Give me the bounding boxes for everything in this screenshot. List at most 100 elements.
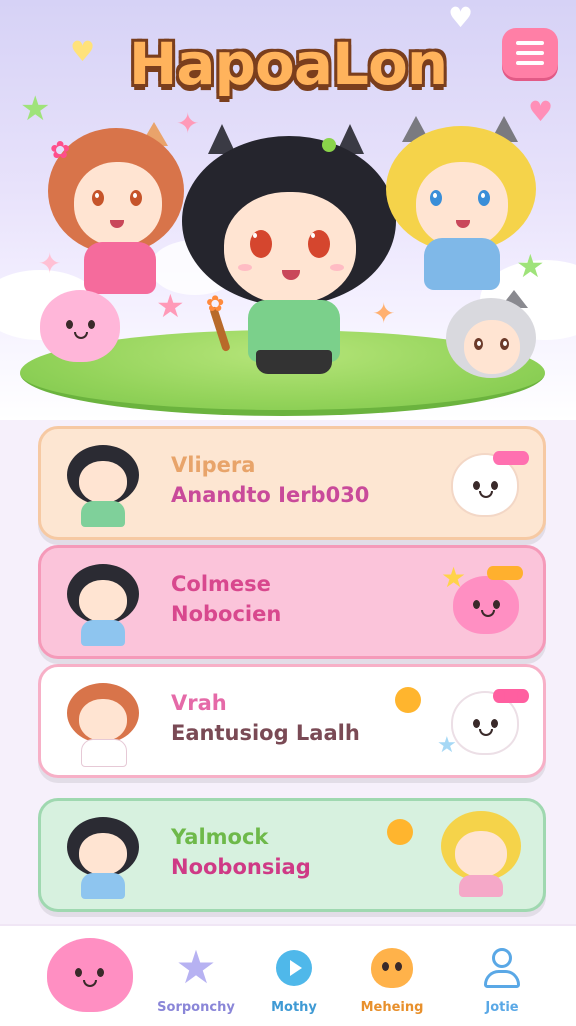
title-text: HapoaLon (128, 30, 448, 98)
avatar-face (79, 833, 127, 875)
avatar-outfit (81, 739, 127, 767)
nav-label: Mothy (271, 1000, 317, 1015)
card-title: Vrah (171, 691, 227, 715)
avatar-face (79, 580, 127, 622)
mascot-eye (473, 481, 480, 490)
card-subtitle: Noobonsiag (171, 855, 311, 879)
mascot-mouth (481, 610, 495, 617)
face (464, 320, 520, 374)
face (74, 162, 162, 246)
mascot-eye (491, 719, 498, 728)
list-item[interactable]: Vlipera Anandto Ierb030 (38, 426, 546, 540)
play-icon (276, 950, 312, 986)
blush (330, 264, 344, 271)
hamburger-line (516, 51, 544, 55)
apple-icon (387, 819, 413, 845)
menu-button[interactable] (502, 28, 558, 78)
card-title: Yalmock (171, 825, 269, 849)
eye (430, 190, 442, 206)
mascot-eye (88, 320, 95, 329)
card-title: Vlipera (171, 453, 256, 477)
character-orange-hair: ✿ (42, 118, 192, 308)
star-icon: ★ (437, 733, 457, 758)
heart-icon: ♥ (448, 1, 474, 34)
eye (308, 230, 330, 258)
avatar (59, 439, 147, 529)
nav-label: Sorponchy (157, 1000, 235, 1015)
pink-mascot (40, 290, 120, 362)
mascot-eye (75, 968, 82, 977)
character-black-hair: ✿ (180, 118, 400, 398)
play-triangle (290, 960, 302, 976)
mascot-eye (97, 968, 104, 977)
mascot-mouth (479, 729, 493, 736)
user-icon (482, 948, 522, 990)
character-blonde-avatar (435, 807, 525, 897)
eye (130, 190, 142, 206)
bow-icon (493, 689, 529, 703)
card-subtitle: Eantusiog Laalh (171, 721, 360, 745)
mascot-eye (395, 962, 402, 971)
avatar (59, 677, 147, 767)
nav-label: Jotie (485, 1000, 519, 1015)
nav-label: Meheing (360, 1000, 424, 1015)
mascot-mouth (479, 491, 493, 498)
user-body (484, 970, 520, 988)
avatar-outfit (81, 501, 125, 527)
pink-blob-mascot-icon: ★ (441, 564, 525, 640)
avatar-face (79, 461, 127, 503)
face (224, 192, 356, 304)
eye (474, 338, 483, 350)
eye (92, 190, 104, 206)
hair-clip (322, 138, 336, 152)
skirt (256, 350, 332, 374)
avatar-outfit (81, 873, 125, 899)
mascot-eye (473, 719, 480, 728)
puppy-icon (371, 948, 413, 988)
flower-icon: ✿ (206, 292, 225, 317)
list-item[interactable]: Vrah Eantusiog Laalh ★ (38, 664, 546, 778)
cat-mascot-icon: ★ (437, 683, 529, 759)
hamburger-line (516, 61, 544, 65)
face (416, 162, 508, 248)
card-subtitle: Nobocien (171, 602, 282, 626)
star-icon: ★ (175, 940, 217, 994)
hamburger-menu-icon (516, 41, 544, 45)
user-head (492, 948, 512, 968)
avatar (59, 811, 147, 901)
avatar-outfit (81, 620, 125, 646)
list-item[interactable]: Colmese Nobocien ★ (38, 545, 546, 659)
avatar-face (79, 699, 127, 741)
apple-icon (395, 687, 421, 713)
pink-cat-icon (47, 938, 133, 1012)
mascot-eye (382, 962, 389, 971)
mascot-mouth (83, 980, 97, 987)
list-item[interactable]: Yalmock Noobonsiag (38, 798, 546, 912)
app-title: HapoaLon (0, 30, 576, 98)
avatar (59, 558, 147, 648)
eye (250, 230, 272, 258)
mascot-eye (66, 320, 73, 329)
mascot-eye (493, 600, 500, 609)
pink-outfit (84, 242, 156, 294)
cat-mascot-icon (447, 445, 529, 521)
mascot-mouth (74, 332, 88, 339)
character-grey-hair (446, 290, 542, 390)
bow-icon (493, 451, 529, 465)
eye (478, 190, 490, 206)
character-blonde (380, 112, 540, 312)
blue-outfit (424, 238, 500, 290)
hero-banner: ♥ ♥ ★ ✦ ♥ ★ ★ ✦ ✦ HapoaLon ✿ ✿ (0, 0, 576, 420)
bow-icon (487, 566, 523, 580)
mascot-eye (491, 481, 498, 490)
avatar-face (455, 831, 507, 877)
blush (238, 264, 252, 271)
eye (500, 338, 509, 350)
card-title: Colmese (171, 572, 271, 596)
card-subtitle: Anandto Ierb030 (171, 483, 370, 507)
bow-icon: ✿ (50, 136, 71, 164)
avatar-outfit (459, 875, 503, 897)
bottom-nav: ★ Sorponchy Mothy Meheing Jotie (0, 924, 576, 1026)
mascot-eye (473, 600, 480, 609)
star-icon: ★ (441, 561, 467, 594)
